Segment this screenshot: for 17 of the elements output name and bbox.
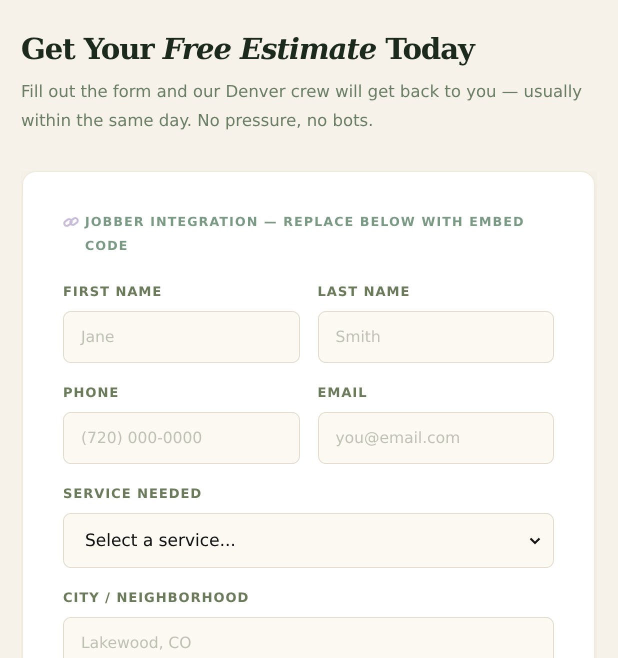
input-field[interactable]: (720) 000-0000: [63, 412, 300, 464]
input-field[interactable]: Jane: [63, 311, 300, 363]
page-heading: Get Your Free Estimate Today: [21, 31, 476, 68]
link-icon: [63, 216, 79, 228]
input-field[interactable]: Smith: [318, 311, 554, 363]
field-label: LAST NAME: [318, 284, 412, 302]
intro-text: Fill out the form and our Denver crew will get back to you — usually within the same day. No pressure, no bots.: [21, 81, 584, 132]
chevron-down-icon: [529, 536, 541, 544]
input-field[interactable]: you@email.com: [318, 412, 554, 464]
field-label: PHONE: [63, 385, 120, 403]
field-label: EMAIL: [318, 385, 368, 403]
field-label: SERVICE NEEDED: [63, 486, 204, 504]
field-label: FIRST NAME: [63, 284, 164, 302]
service-dropdown[interactable]: Select a service...: [63, 513, 554, 568]
field-label: CITY / NEIGHBORHOOD: [63, 590, 250, 608]
input-field[interactable]: Lakewood, CO: [63, 617, 554, 658]
integration-notice: JOBBER INTEGRATION — REPLACE BELOW WITH EMBED CODE: [85, 213, 526, 255]
